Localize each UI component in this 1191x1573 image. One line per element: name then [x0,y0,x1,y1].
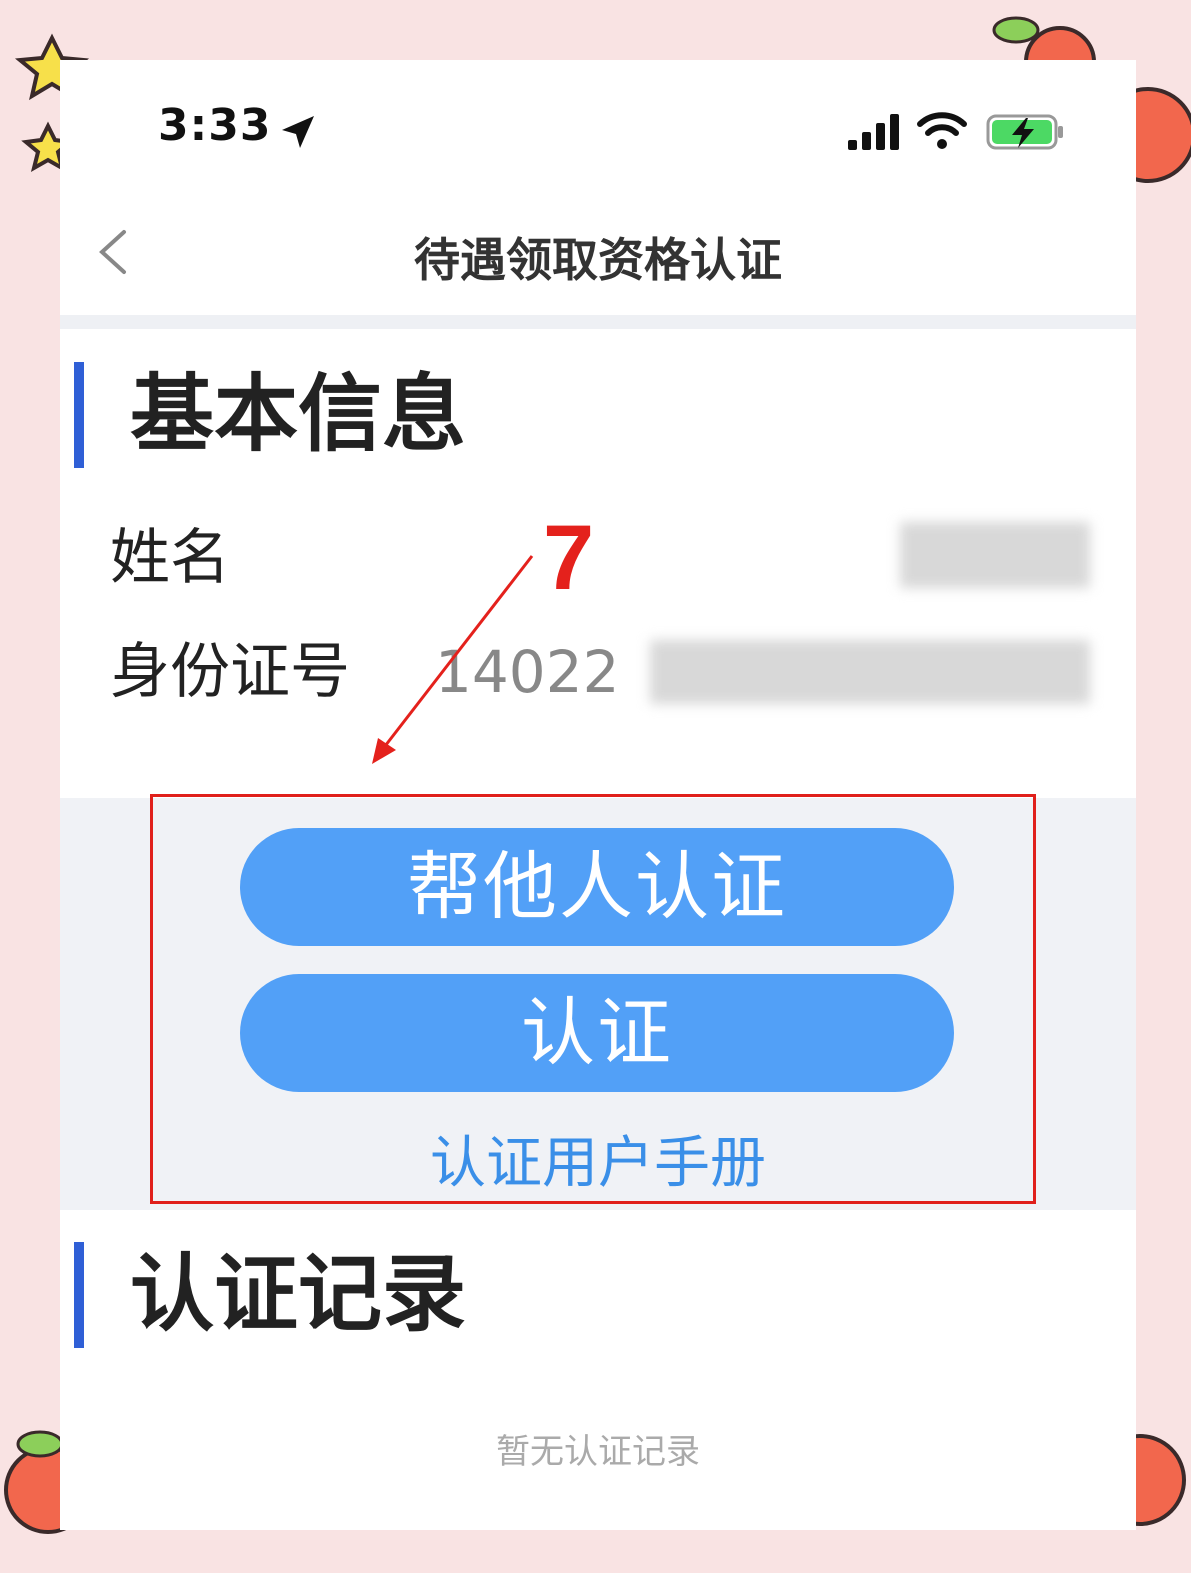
name-row: 姓名 [110,518,1090,598]
battery-charging-icon [986,114,1063,150]
section-title-records: 认证记录 [130,1245,467,1343]
signal-icon [848,114,899,150]
section-accent-bar [74,362,84,468]
nav-bar: 待遇领取资格认证 [60,200,1136,315]
name-label: 姓名 [110,523,230,593]
page-title: 待遇领取资格认证 [414,233,782,287]
redacted-name [900,522,1090,588]
id-number-label: 身份证号 [110,637,350,707]
section-accent-bar [74,1242,84,1348]
empty-records-text: 暂无认证记录 [496,1432,700,1472]
redacted-id-number [650,640,1090,704]
section-title-basic-info: 基本信息 [130,365,467,463]
annotation-highlight-box [150,794,1036,1204]
section-header-basic-info: 基本信息 [60,362,1136,472]
section-header-records: 认证记录 [60,1242,1136,1352]
annotation-step-number: 7 [543,507,595,609]
status-bar: 3:33 [60,60,1136,200]
wifi-icon [917,112,967,149]
status-time: 3:33 [158,100,272,151]
divider [60,315,1136,329]
id-number-row: 身份证号 14022 [110,632,1090,712]
annotation-arrow-icon [372,555,534,764]
location-arrow-icon [282,116,314,148]
